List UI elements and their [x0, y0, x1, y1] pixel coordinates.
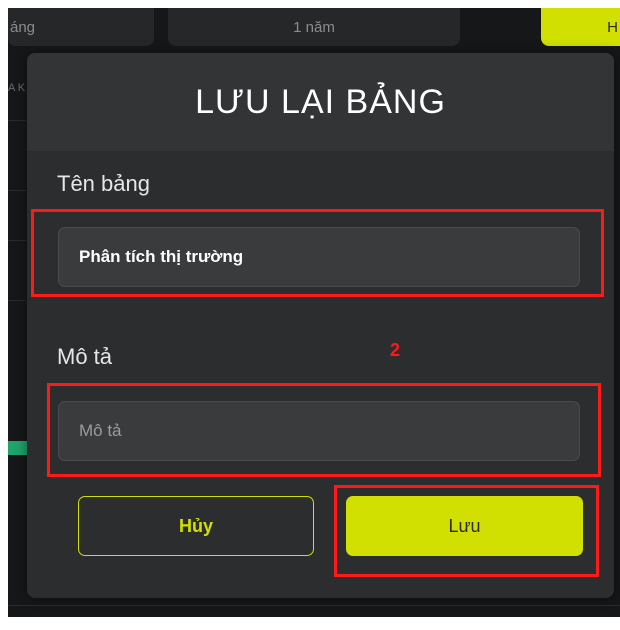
page-bottom-edge	[8, 617, 620, 630]
save-button[interactable]: Lưu	[346, 496, 583, 556]
step-number-label: 2	[390, 340, 401, 360]
table-divider	[8, 120, 26, 121]
table-name-label: Tên bảng	[57, 171, 150, 196]
top-action-button[interactable]: H	[541, 8, 620, 46]
description-input[interactable]	[58, 401, 580, 461]
table-divider	[8, 190, 26, 191]
table-name-input[interactable]	[58, 227, 580, 287]
period-tab-year[interactable]: 1 năm	[168, 8, 460, 46]
description-label: Mô tả	[57, 344, 113, 369]
dialog-title: LƯU LẠI BẢNG	[195, 82, 446, 121]
table-divider	[8, 605, 620, 606]
background-column-header: A K	[8, 82, 26, 94]
period-tab-month-label: áng	[10, 18, 36, 36]
background-green-indicator	[8, 441, 28, 455]
save-table-dialog: LƯU LẠI BẢNG Tên bảng Mô tả Hủy Lưu	[27, 53, 614, 598]
period-tab-month[interactable]: áng	[8, 8, 154, 46]
table-divider	[8, 240, 26, 241]
table-divider	[8, 300, 26, 301]
period-tab-year-label: 1 năm	[293, 18, 335, 36]
top-action-label: H	[607, 18, 618, 36]
cancel-button[interactable]: Hủy	[78, 496, 314, 556]
dialog-header: LƯU LẠI BẢNG	[27, 53, 614, 151]
